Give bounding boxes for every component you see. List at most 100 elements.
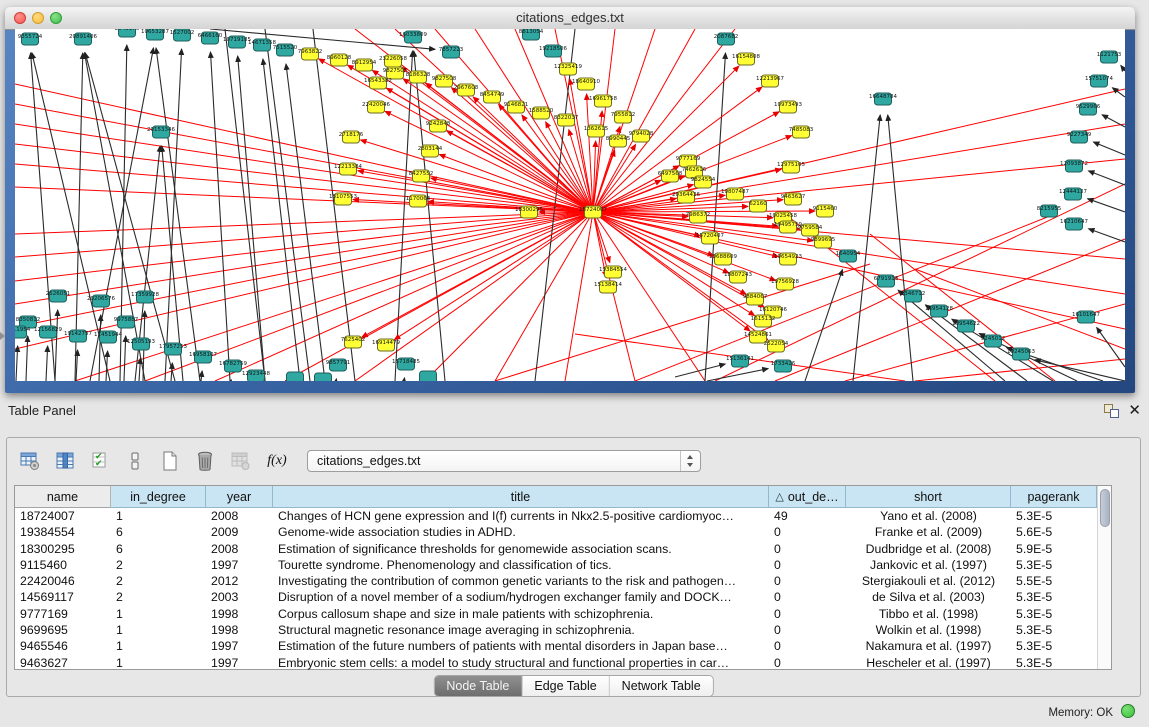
- graph-node-teal[interactable]: 2087682: [714, 33, 739, 45]
- graph-node-teal[interactable]: 15718485: [392, 358, 420, 370]
- graph-node-teal[interactable]: 9857791: [326, 359, 351, 371]
- graph-node-teal[interactable]: 6791913: [874, 275, 899, 287]
- tab-node-table[interactable]: Node Table: [434, 676, 522, 696]
- graph-node-yellow[interactable]: 7485083: [789, 126, 814, 138]
- graph-node-teal[interactable]: 15136141: [726, 355, 754, 367]
- graph-node-yellow[interactable]: 9899695: [811, 236, 836, 248]
- table-row[interactable]: 969969511998Structural magnetic resonanc…: [15, 622, 1097, 638]
- graph-node-teal[interactable]: 8215955: [1037, 205, 1062, 217]
- graph-node-teal[interactable]: [420, 371, 437, 381]
- graph-node-teal[interactable]: [315, 373, 332, 381]
- graph-node-yellow[interactable]: 7625402: [341, 336, 366, 348]
- graph-node-yellow[interactable]: 12325419: [554, 63, 582, 75]
- graph-node-teal[interactable]: 17359928: [131, 291, 159, 303]
- graph-node-yellow[interactable]: 7986372: [686, 211, 711, 223]
- graph-node-teal[interactable]: 7515520: [273, 44, 298, 56]
- graph-node-teal[interactable]: 19218506: [539, 45, 567, 57]
- window-titlebar[interactable]: citations_edges.txt: [5, 7, 1135, 30]
- float-panel-icon[interactable]: [1104, 404, 1119, 417]
- graph-node-teal[interactable]: 16210647: [1060, 218, 1088, 230]
- graph-node-yellow[interactable]: 12213967: [756, 75, 784, 87]
- column-header-pagerank[interactable]: pagerank: [1011, 486, 1097, 508]
- citation-network-graph[interactable]: 1872400779638228960128891295423226058982…: [15, 29, 1125, 381]
- graph-node-teal[interactable]: 9346712: [901, 290, 926, 302]
- network-view-window[interactable]: citations_edges.txt 18724007796382289601…: [5, 7, 1135, 393]
- graph-node-teal[interactable]: 1640954: [836, 250, 861, 262]
- table-settings-icon[interactable]: [15, 446, 45, 476]
- close-panel-icon[interactable]: ✕: [1128, 401, 1141, 419]
- graph-node-yellow[interactable]: 8960128: [327, 54, 352, 66]
- graph-node-yellow[interactable]: 8186328: [406, 71, 431, 83]
- column-header-name[interactable]: name: [15, 486, 111, 508]
- graph-node-teal[interactable]: 1121753: [1097, 51, 1122, 63]
- graph-node-teal[interactable]: 16648784: [869, 93, 897, 105]
- graph-node-yellow[interactable]: 9777169: [676, 155, 701, 167]
- graph-node-teal[interactable]: 10653287: [141, 29, 169, 40]
- graph-node-yellow[interactable]: 8427552: [409, 170, 434, 182]
- column-header-year[interactable]: year: [206, 486, 273, 508]
- graph-node-teal[interactable]: 11451944: [94, 331, 122, 343]
- graph-node-teal[interactable]: 16033809: [399, 31, 427, 43]
- scrollbar-thumb[interactable]: [1100, 489, 1110, 527]
- graph-node-teal[interactable]: 16101647: [1072, 311, 1100, 323]
- graph-node-teal[interactable]: 9245012: [981, 335, 1006, 347]
- column-header-in_degree[interactable]: in_degree: [111, 486, 206, 508]
- column-header-short[interactable]: short: [846, 486, 1011, 508]
- graph-node-yellow[interactable]: 2718176: [339, 131, 364, 143]
- graph-node-yellow[interactable]: 9463627: [781, 193, 806, 205]
- graph-node-teal[interactable]: 3311954: [15, 326, 31, 338]
- network-canvas[interactable]: 1872400779638228960128891295423226058982…: [15, 29, 1125, 381]
- graph-node-teal[interactable]: 15751074: [1085, 75, 1113, 87]
- graph-node-teal[interactable]: 20206576: [87, 295, 115, 307]
- graph-node-yellow[interactable]: 23226058: [379, 55, 407, 67]
- graph-node-yellow[interactable]: 62160: [749, 200, 767, 212]
- graph-node-yellow[interactable]: 2522054: [764, 340, 789, 352]
- table-row[interactable]: 977716911998Corpus callosum shape and si…: [15, 606, 1097, 622]
- graph-node-yellow[interactable]: 10973493: [774, 101, 802, 113]
- table-row[interactable]: 1830029562008Estimation of significance …: [15, 541, 1097, 557]
- new-document-icon[interactable]: [155, 446, 185, 476]
- graph-node-teal[interactable]: 12444137: [1059, 188, 1087, 200]
- graph-node-teal[interactable]: 2043176: [115, 29, 140, 37]
- table-row[interactable]: 2242004622012Investigating the contribut…: [15, 573, 1097, 589]
- graph-node-yellow[interactable]: 18640910: [572, 78, 600, 90]
- table-column-icon[interactable]: [50, 446, 80, 476]
- tab-edge-table[interactable]: Edge Table: [522, 676, 609, 696]
- graph-node-yellow[interactable]: 9759584: [798, 224, 823, 236]
- select-all-icon[interactable]: ✔ ✔: [85, 446, 115, 476]
- graph-node-yellow[interactable]: 9146821: [504, 101, 529, 113]
- graph-node-yellow[interactable]: 9794028: [629, 130, 654, 142]
- table-row[interactable]: 946554611997Estimation of the future num…: [15, 638, 1097, 654]
- tab-network-table[interactable]: Network Table: [610, 676, 713, 696]
- table-scrollbar[interactable]: [1097, 486, 1111, 669]
- table-selector-dropdown[interactable]: citations_edges.txt: [307, 450, 701, 472]
- graph-node-yellow[interactable]: 10688609: [709, 253, 737, 265]
- table-row[interactable]: 1456911722003Disruption of a novel membe…: [15, 589, 1097, 605]
- graph-node-teal[interactable]: 17957253: [159, 343, 187, 355]
- graph-node-yellow[interactable]: 1615132: [751, 315, 776, 327]
- graph-node-yellow[interactable]: 19756928: [771, 278, 799, 290]
- graph-node-teal[interactable]: 16958107: [189, 351, 217, 363]
- graph-node-yellow[interactable]: 9115460: [813, 205, 838, 217]
- graph-node-teal[interactable]: 8813054: [519, 29, 544, 40]
- graph-node-yellow[interactable]: 12975105: [777, 161, 805, 173]
- graph-node-teal[interactable]: [287, 372, 304, 381]
- graph-node-yellow[interactable]: 7955812: [611, 111, 636, 123]
- graph-node-yellow[interactable]: 18807243: [724, 271, 752, 283]
- graph-node-teal[interactable]: 12923448: [242, 370, 270, 381]
- graph-node-yellow[interactable]: 15138414: [594, 281, 622, 293]
- function-builder-icon[interactable]: f(x): [260, 446, 294, 476]
- column-header-title[interactable]: title: [273, 486, 769, 508]
- graph-node-teal[interactable]: 19142757: [64, 330, 92, 342]
- dropdown-stepper-icon[interactable]: [680, 451, 700, 471]
- graph-node-teal[interactable]: 9227349: [1067, 131, 1092, 143]
- graph-node-teal[interactable]: 6466160: [198, 32, 223, 44]
- graph-node-yellow[interactable]: 8912954: [352, 59, 377, 71]
- graph-node-yellow[interactable]: 8990445: [606, 135, 631, 147]
- graph-node-teal[interactable]: 12505193: [127, 338, 155, 350]
- graph-node-teal[interactable]: 1527002: [170, 29, 195, 41]
- graph-node-yellow[interactable]: 7963822: [298, 48, 323, 60]
- graph-node-teal[interactable]: 20153346: [147, 126, 175, 138]
- graph-node-yellow[interactable]: 22420046: [362, 101, 390, 113]
- table-row[interactable]: 1938455462009Genome-wide association stu…: [15, 524, 1097, 540]
